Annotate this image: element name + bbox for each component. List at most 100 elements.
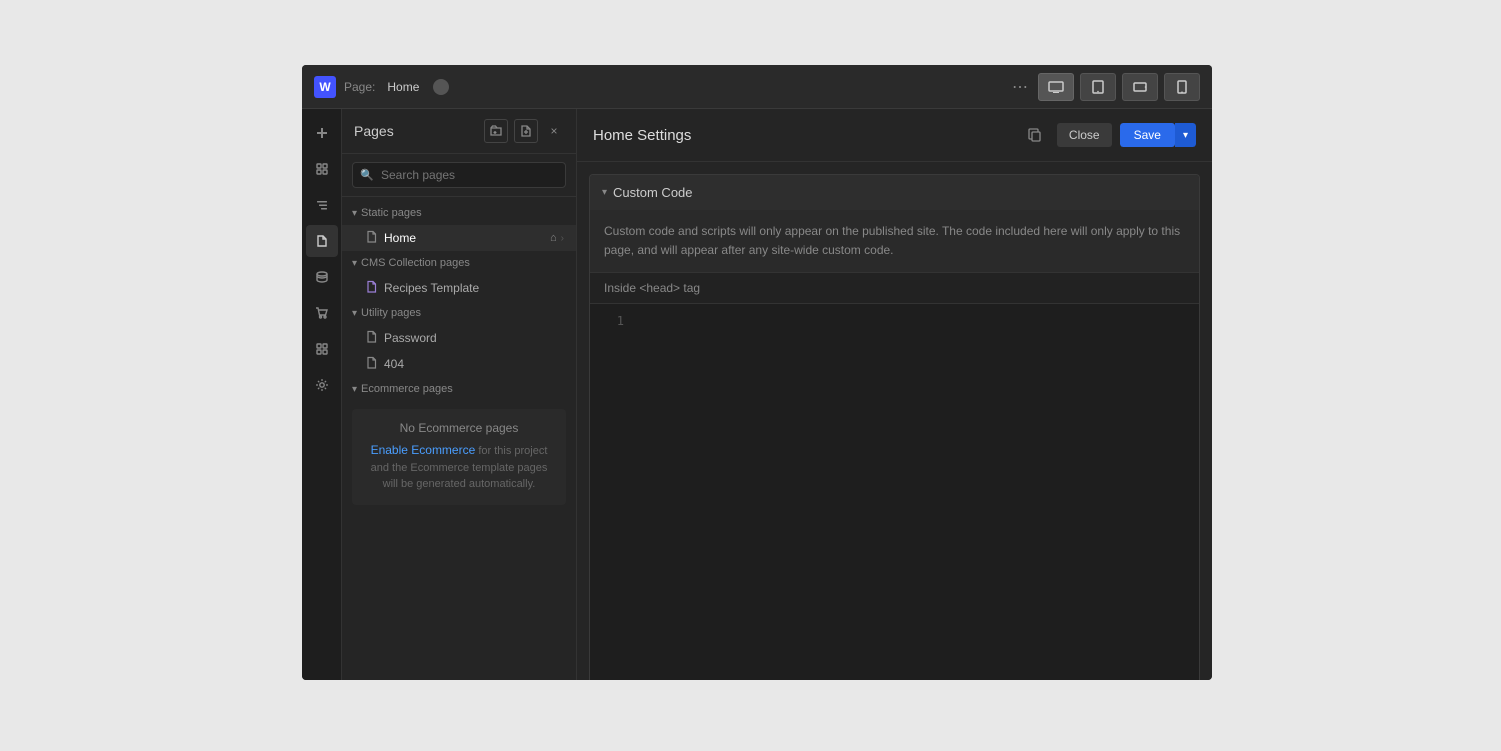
section-static-label: Static pages <box>361 207 422 219</box>
page-item-404[interactable]: 404 <box>342 351 576 377</box>
custom-code-description: Custom code and scripts will only appear… <box>590 210 1199 273</box>
custom-code-title: Custom Code <box>613 185 692 200</box>
view-mobile-landscape-button[interactable] <box>1122 73 1158 101</box>
add-page-button[interactable] <box>514 119 538 143</box>
copy-link-icon <box>1027 127 1043 143</box>
more-options-button[interactable]: ⋯ <box>1008 73 1032 101</box>
view-desktop-button[interactable] <box>1038 73 1074 101</box>
page-label: Page: <box>344 80 375 94</box>
components-icon <box>315 162 329 176</box>
settings-panel-title: Home Settings <box>593 127 691 144</box>
section-static-chevron: ▾ <box>352 208 357 219</box>
add-folder-button[interactable] <box>484 119 508 143</box>
page-item-recipes[interactable]: Recipes Template <box>342 275 576 301</box>
sidebar-pages-button[interactable] <box>306 225 338 257</box>
top-bar: W Page: Home ⋯ <box>302 65 1212 109</box>
add-folder-icon <box>489 124 503 138</box>
sidebar-assets-button[interactable] <box>306 333 338 365</box>
enable-ecommerce-link[interactable]: Enable Ecommerce <box>371 443 476 457</box>
home-indicator-icon: ⌂ <box>550 232 557 244</box>
pages-panel: Pages <box>342 109 577 680</box>
search-icon: 🔍 <box>360 169 374 182</box>
page-file-icon-purple <box>366 280 378 293</box>
section-static-pages-header[interactable]: ▾ Static pages <box>342 201 576 225</box>
page-icon-password <box>366 330 378 346</box>
page-label-password: Password <box>384 331 437 345</box>
page-label-home: Home <box>384 231 416 245</box>
cart-icon <box>315 306 329 320</box>
webflow-logo[interactable]: W <box>314 76 336 98</box>
copy-link-button[interactable] <box>1021 121 1049 149</box>
custom-code-header[interactable]: ▾ Custom Code <box>590 175 1199 210</box>
assets-icon <box>315 342 329 356</box>
save-button-wrapper: Save ▾ <box>1120 123 1196 147</box>
page-label-404: 404 <box>384 357 404 371</box>
section-utility-chevron: ▾ <box>352 308 357 319</box>
save-button[interactable]: Save <box>1120 123 1175 147</box>
section-utility-label: Utility pages <box>361 307 421 319</box>
section-ecommerce-chevron: ▾ <box>352 384 357 395</box>
page-item-home-actions: ⌂ › <box>550 232 564 244</box>
sidebar-icons <box>302 109 342 680</box>
sidebar-components-button[interactable] <box>306 153 338 185</box>
pages-header-actions: × <box>484 119 564 143</box>
settings-icon <box>315 378 329 392</box>
code-editor-section: Inside <head> tag 1 <box>590 273 1199 680</box>
page-name: Home <box>387 80 419 94</box>
code-editor-textarea[interactable] <box>636 314 1185 674</box>
pages-list: ▾ Static pages Home ⌂ › <box>342 197 576 680</box>
custom-code-section: ▾ Custom Code Custom code and scripts wi… <box>589 174 1200 680</box>
search-wrapper: 🔍 <box>352 162 566 188</box>
navigator-icon <box>315 198 329 212</box>
page-item-password[interactable]: Password <box>342 325 576 351</box>
page-settings-arrow-icon: › <box>561 233 564 244</box>
settings-panel-header: Home Settings Close Save ▾ <box>577 109 1212 162</box>
code-line-numbers: 1 <box>604 314 624 674</box>
code-editor: 1 <box>590 304 1199 680</box>
section-utility-pages-header[interactable]: ▾ Utility pages <box>342 301 576 325</box>
code-editor-label: Inside <head> tag <box>590 273 1199 304</box>
pages-panel-title: Pages <box>354 123 394 139</box>
page-item-home[interactable]: Home ⌂ › <box>342 225 576 251</box>
pages-panel-header: Pages <box>342 109 576 154</box>
page-file-icon-pass <box>366 330 378 343</box>
view-mobile-portrait-button[interactable] <box>1164 73 1200 101</box>
mobile-portrait-icon <box>1177 80 1187 94</box>
section-cms-pages-header[interactable]: ▾ CMS Collection pages <box>342 251 576 275</box>
pages-icon <box>315 234 329 248</box>
cms-icon <box>315 270 329 284</box>
settings-close-button[interactable]: Close <box>1057 123 1112 147</box>
section-cms-chevron: ▾ <box>352 258 357 269</box>
view-tablet-button[interactable] <box>1080 73 1116 101</box>
top-bar-left: W Page: Home <box>314 76 449 98</box>
sidebar-add-button[interactable] <box>306 117 338 149</box>
custom-code-chevron: ▾ <box>602 187 607 198</box>
page-file-icon-404 <box>366 356 378 369</box>
sidebar-settings-button[interactable] <box>306 369 338 401</box>
section-ecommerce-pages-header[interactable]: ▾ Ecommerce pages <box>342 377 576 401</box>
settings-content: ▾ Custom Code Custom code and scripts wi… <box>577 162 1212 680</box>
page-label-recipes: Recipes Template <box>384 281 479 295</box>
ecommerce-empty-title: No Ecommerce pages <box>364 421 554 435</box>
save-dropdown-button[interactable]: ▾ <box>1175 123 1196 147</box>
page-icon-recipes <box>366 280 378 296</box>
mobile-landscape-icon <box>1133 82 1147 92</box>
settings-panel: Home Settings Close Save ▾ <box>577 109 1212 680</box>
search-box-wrapper: 🔍 <box>342 154 576 197</box>
pages-panel-close-button[interactable]: × <box>544 121 564 141</box>
add-page-icon <box>519 124 533 138</box>
ecommerce-empty-state: No Ecommerce pages Enable Ecommerce for … <box>352 409 566 505</box>
top-bar-right: ⋯ <box>1008 73 1200 101</box>
sidebar-cms-button[interactable] <box>306 261 338 293</box>
page-file-icon <box>366 230 378 243</box>
tablet-icon <box>1092 80 1104 94</box>
search-pages-input[interactable] <box>352 162 566 188</box>
section-cms-label: CMS Collection pages <box>361 257 470 269</box>
sidebar-ecommerce-button[interactable] <box>306 297 338 329</box>
ecommerce-empty-description: Enable Ecommerce for this project and th… <box>364 441 554 493</box>
page-icon-home <box>366 230 378 246</box>
sidebar-navigator-button[interactable] <box>306 189 338 221</box>
page-status-indicator <box>433 79 449 95</box>
page-icon-404 <box>366 356 378 372</box>
settings-header-actions: Close Save ▾ <box>1021 121 1196 149</box>
